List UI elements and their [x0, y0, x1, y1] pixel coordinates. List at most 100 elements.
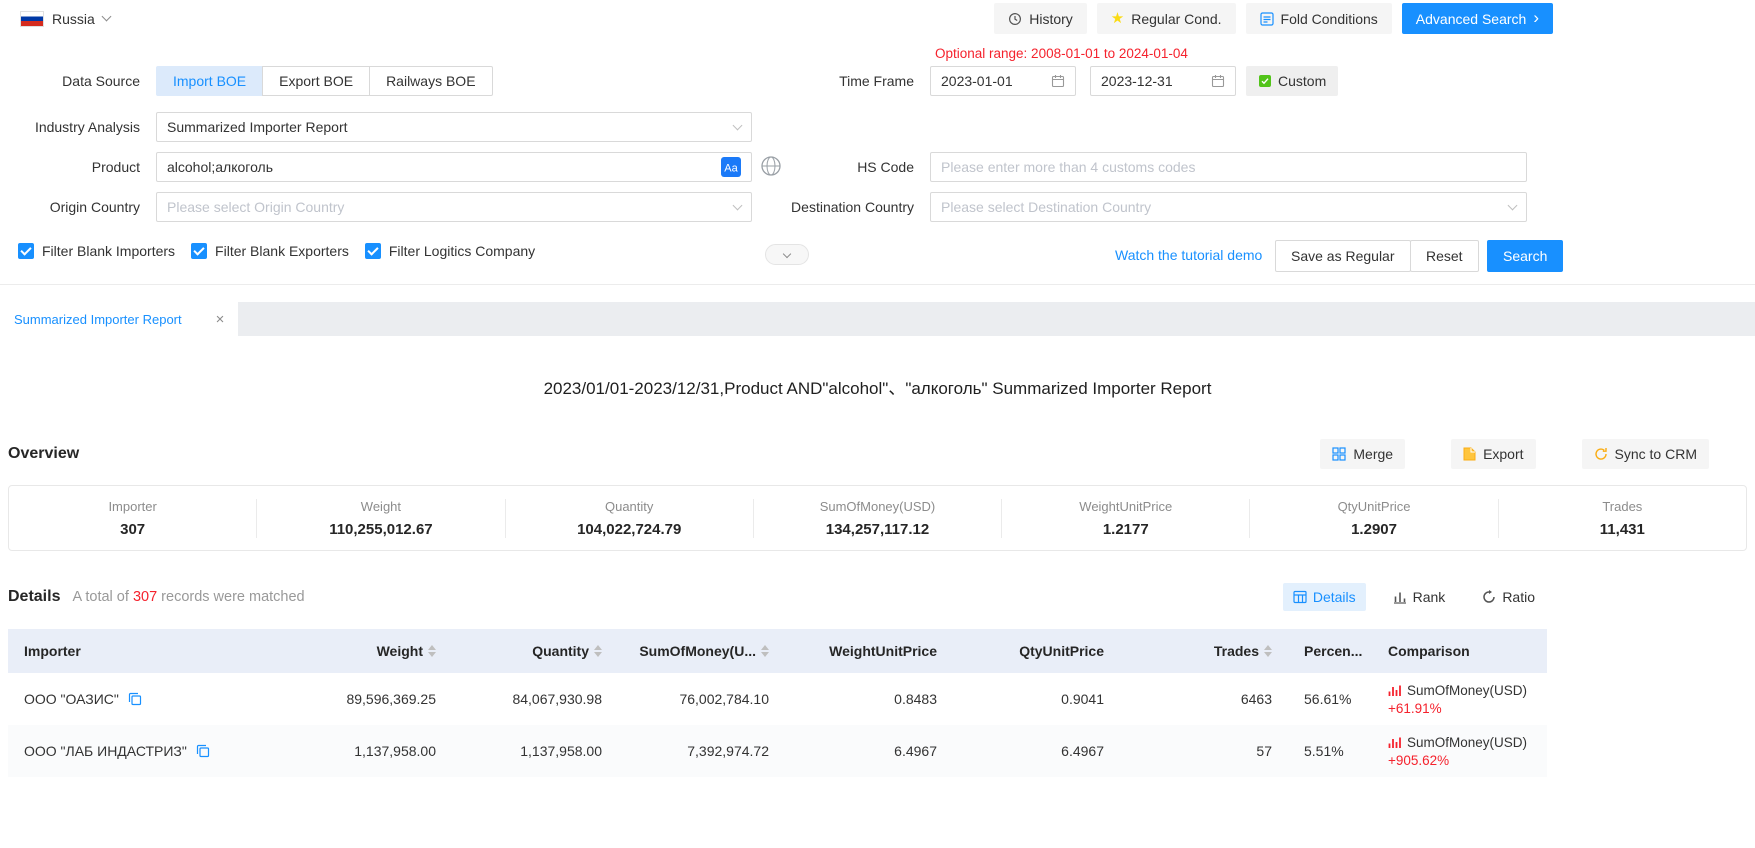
merge-icon — [1332, 447, 1346, 461]
view-details-label: Details — [1313, 589, 1356, 605]
save-as-regular-button[interactable]: Save as Regular — [1275, 240, 1411, 272]
weight-unit-price-value: 6.4967 — [785, 725, 953, 777]
stat-trades: Trades 11,431 — [1499, 499, 1746, 538]
fold-conditions-label: Fold Conditions — [1281, 11, 1378, 27]
filter-logitics-company-checkbox[interactable]: Filter Logitics Company — [365, 243, 535, 259]
custom-icon — [1258, 74, 1272, 88]
rank-icon — [1393, 590, 1407, 604]
tutorial-demo-link[interactable]: Watch the tutorial demo — [1115, 247, 1262, 263]
col-weight[interactable]: Weight — [284, 629, 452, 673]
filter-blank-exporters-checkbox[interactable]: Filter Blank Exporters — [191, 243, 349, 259]
destination-country-placeholder: Please select Destination Country — [941, 199, 1501, 215]
weight-value: 1,137,958.00 — [284, 725, 452, 777]
calendar-icon — [1211, 74, 1225, 88]
table-header-row: Importer Weight Quantity SumOfMoney(U...… — [8, 629, 1547, 673]
sum-of-money-value: 7,392,974.72 — [618, 725, 785, 777]
history-button[interactable]: History — [994, 3, 1087, 34]
tab-summarized-importer-report[interactable]: Summarized Importer Report × — [0, 302, 238, 336]
col-weight-unit-price: WeightUnitPrice — [785, 629, 953, 673]
importer-name[interactable]: ООО "ЛАБ ИНДАСТРИЗ" — [24, 743, 187, 759]
search-form: Optional range: 2008-01-01 to 2024-01-04… — [0, 37, 1755, 285]
date-to-input[interactable]: 2023-12-31 — [1090, 66, 1236, 96]
reset-button[interactable]: Reset — [1410, 240, 1479, 272]
overview-actions: Merge Export Sync to CRM — [1320, 439, 1709, 469]
view-ratio-button[interactable]: Ratio — [1472, 583, 1545, 611]
weight-value: 89,596,369.25 — [284, 673, 452, 725]
details-summary: A total of 307 records were matched — [72, 589, 304, 605]
col-comparison: Comparison — [1372, 629, 1547, 673]
filter-blank-importers-checkbox[interactable]: Filter Blank Importers — [18, 243, 175, 259]
chevron-right-icon: › — [1533, 9, 1539, 26]
qty-unit-price-value: 6.4967 — [953, 725, 1120, 777]
sync-icon — [1594, 447, 1608, 461]
export-button[interactable]: Export — [1451, 439, 1535, 469]
chevron-down-icon — [101, 12, 111, 22]
chart-icon — [1388, 684, 1402, 697]
hs-code-field — [930, 152, 1527, 182]
hs-code-input[interactable] — [941, 159, 1516, 175]
chevron-down-icon — [733, 120, 743, 130]
view-rank-button[interactable]: Rank — [1383, 583, 1456, 611]
destination-country-select[interactable]: Please select Destination Country — [930, 192, 1527, 222]
industry-analysis-select[interactable]: Summarized Importer Report — [156, 112, 752, 142]
details-header: Details A total of 307 records were matc… — [0, 583, 1755, 611]
record-count: 307 — [133, 589, 157, 605]
fold-conditions-button[interactable]: Fold Conditions — [1246, 3, 1392, 34]
col-trades[interactable]: Trades — [1120, 629, 1288, 673]
copy-icon[interactable] — [196, 744, 210, 758]
merge-button[interactable]: Merge — [1320, 439, 1405, 469]
tab-export-boe[interactable]: Export BOE — [262, 66, 370, 96]
importer-name[interactable]: ООО "ОАЗИС" — [24, 691, 119, 707]
destination-country-label: Destination Country — [700, 192, 922, 222]
copy-icon[interactable] — [128, 692, 142, 706]
history-label: History — [1029, 11, 1073, 27]
time-frame-label: Time Frame — [700, 66, 922, 96]
close-icon[interactable]: × — [216, 312, 225, 327]
comparison-metric: SumOfMoney(USD) — [1407, 735, 1527, 750]
sort-icon[interactable] — [428, 645, 436, 657]
col-sum-of-money[interactable]: SumOfMoney(U... — [618, 629, 785, 673]
stat-quantity: Quantity 104,022,724.79 — [506, 499, 754, 538]
table-row: ООО "ОАЗИС" 89,596,369.25 84,067,930.98 … — [8, 673, 1547, 725]
tab-railways-boe[interactable]: Railways BOE — [369, 66, 492, 96]
export-label: Export — [1483, 446, 1523, 462]
trades-value: 57 — [1120, 725, 1288, 777]
col-qty-unit-price: QtyUnitPrice — [953, 629, 1120, 673]
topbar: Russia History ★ Regular Cond. Fold Cond… — [0, 0, 1755, 37]
tab-import-boe[interactable]: Import BOE — [156, 66, 263, 96]
spacer — [0, 285, 1755, 302]
advanced-search-label: Advanced Search — [1416, 11, 1527, 27]
sort-icon[interactable] — [594, 645, 602, 657]
comparison-change: +61.91% — [1388, 701, 1531, 716]
qty-unit-price-value: 0.9041 — [953, 673, 1120, 725]
advanced-search-button[interactable]: Advanced Search › — [1402, 3, 1553, 34]
product-input[interactable] — [167, 159, 713, 175]
stat-qty-unit-price: QtyUnitPrice 1.2907 — [1250, 499, 1498, 538]
quantity-value: 84,067,930.98 — [452, 673, 618, 725]
country-label: Russia — [52, 11, 95, 27]
regular-cond-button[interactable]: ★ Regular Cond. — [1097, 3, 1236, 34]
custom-range-button[interactable]: Custom — [1246, 66, 1338, 96]
sort-icon[interactable] — [1264, 645, 1272, 657]
origin-country-label: Origin Country — [0, 192, 148, 222]
collapse-conditions-button[interactable] — [765, 244, 809, 265]
country-selector[interactable]: Russia — [20, 11, 110, 27]
stat-weight: Weight 110,255,012.67 — [257, 499, 505, 538]
origin-country-select[interactable]: Please select Origin Country — [156, 192, 752, 222]
data-source-tabs: Import BOE Export BOE Railways BOE — [156, 66, 493, 96]
filter-blank-exporters-label: Filter Blank Exporters — [215, 243, 349, 259]
search-button[interactable]: Search — [1487, 240, 1563, 272]
sort-icon[interactable] — [761, 645, 769, 657]
result-tabbar: Summarized Importer Report × — [0, 302, 1755, 336]
comparison-change: +905.62% — [1388, 753, 1531, 768]
ratio-icon — [1482, 590, 1496, 604]
product-label: Product — [0, 152, 148, 182]
col-quantity[interactable]: Quantity — [452, 629, 618, 673]
view-details-button[interactable]: Details — [1283, 583, 1366, 611]
chart-icon — [1388, 736, 1402, 749]
date-from-input[interactable]: 2023-01-01 — [930, 66, 1076, 96]
details-heading: Details — [8, 588, 60, 606]
date-to-value: 2023-12-31 — [1101, 73, 1203, 89]
sync-to-crm-button[interactable]: Sync to CRM — [1582, 439, 1709, 469]
export-icon — [1463, 447, 1476, 461]
